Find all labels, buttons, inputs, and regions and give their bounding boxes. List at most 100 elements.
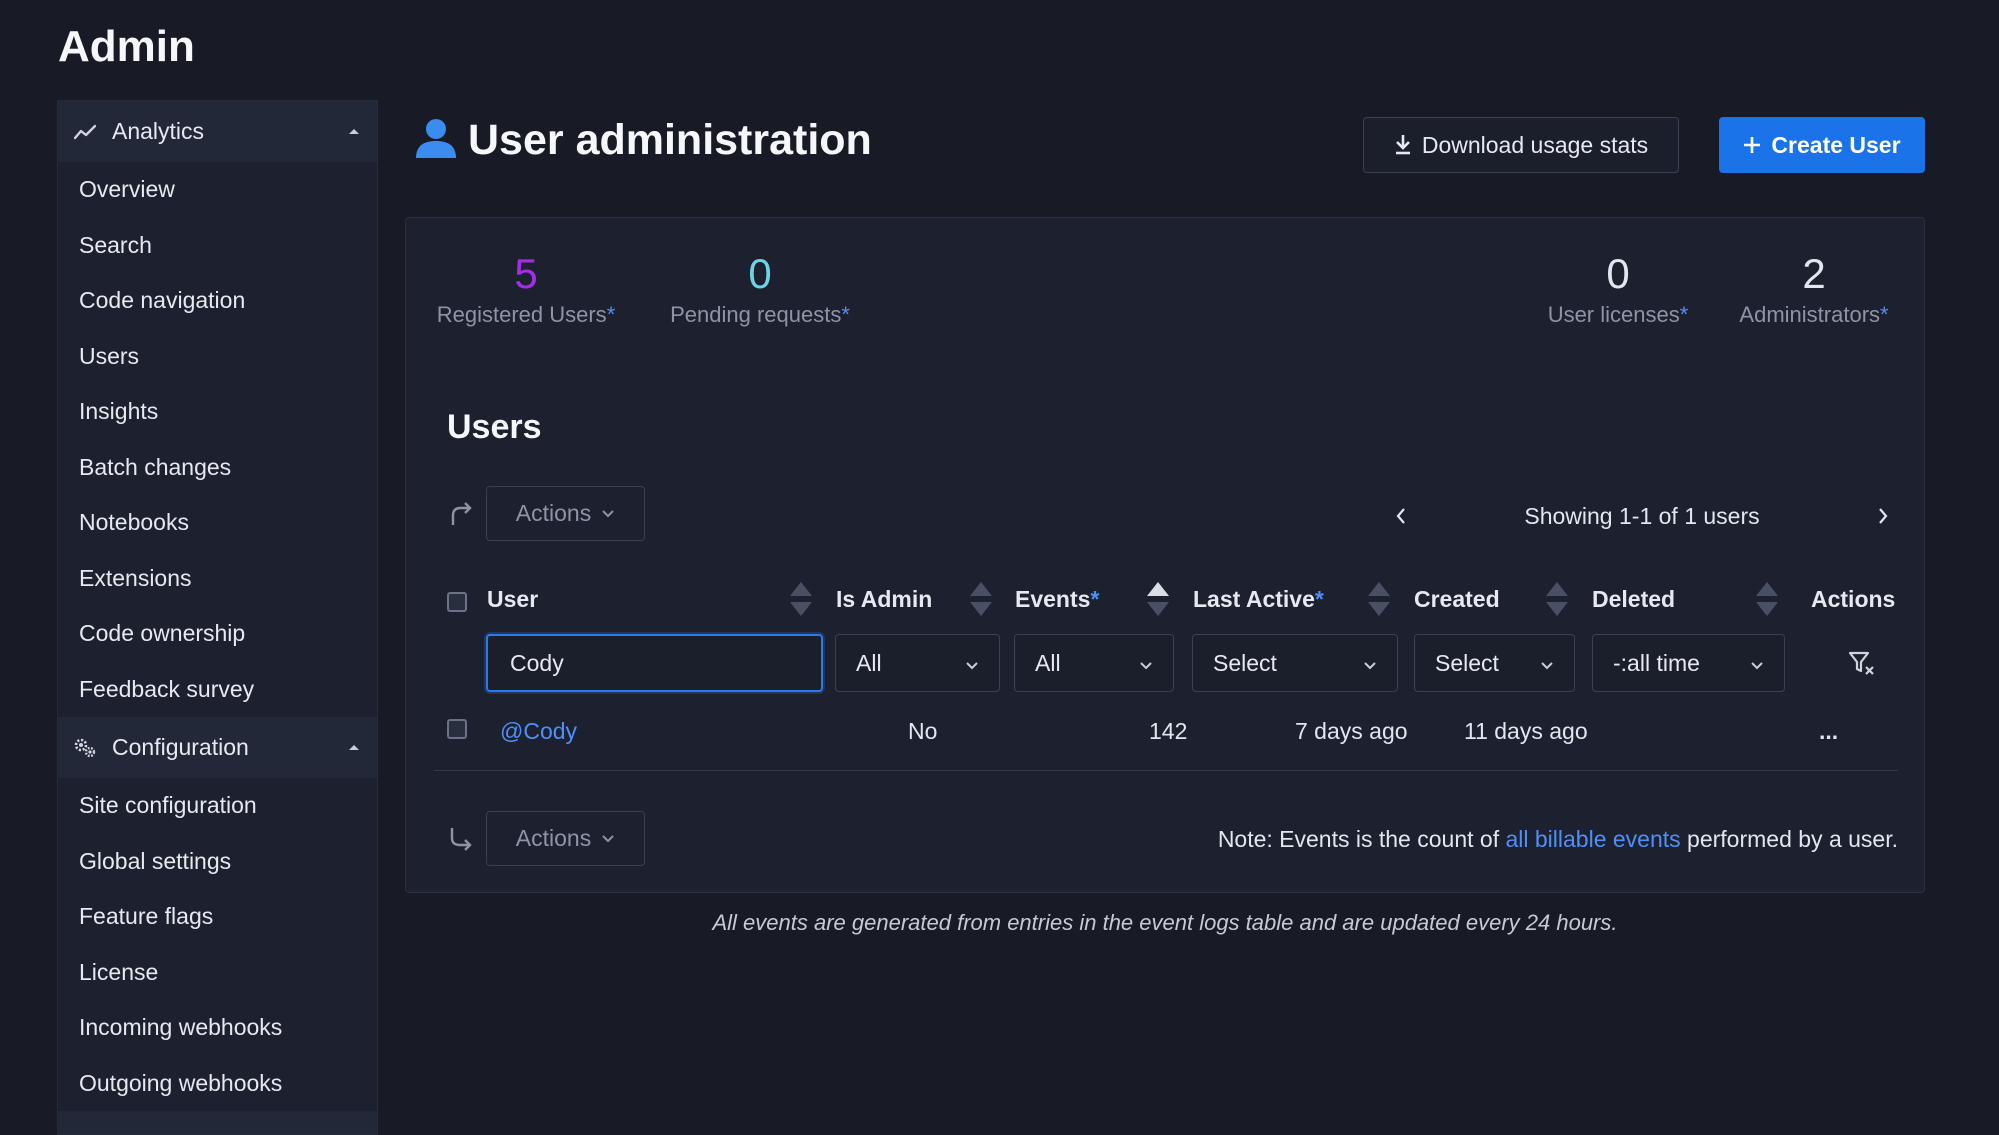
last-active-filter[interactable]: Select: [1192, 634, 1398, 692]
sort-is-admin-icon[interactable]: [970, 582, 992, 616]
sidebar-group-analytics[interactable]: Analytics: [58, 101, 377, 162]
page-heading: User administration: [468, 116, 872, 164]
select-all-checkbox[interactable]: [447, 592, 467, 612]
sidebar-item-license[interactable]: License: [58, 945, 377, 1001]
sidebar-item-extensions[interactable]: Extensions: [58, 551, 377, 607]
stat-user-licenses: 0 User licenses*: [1538, 248, 1698, 328]
clear-filters-icon[interactable]: [1848, 650, 1876, 678]
deleted-filter-value: -:all time: [1613, 649, 1700, 676]
events-filter-value: All: [1035, 649, 1061, 676]
sort-created-icon[interactable]: [1546, 582, 1568, 616]
actions-label: Actions: [515, 825, 592, 851]
events-filter[interactable]: All: [1014, 634, 1174, 692]
bulk-actions-bottom: Actions: [446, 811, 645, 866]
actions-dropdown[interactable]: Actions: [486, 811, 645, 866]
events-header-label: Events: [1015, 586, 1091, 612]
stat-label: Registered Users: [436, 302, 607, 327]
column-header-events[interactable]: Events*: [1015, 586, 1099, 613]
column-header-is-admin[interactable]: Is Admin: [836, 586, 932, 613]
events-note: Note: Events is the count of all billabl…: [1218, 826, 1898, 853]
column-header-actions: Actions: [1811, 586, 1896, 612]
billable-events-link[interactable]: all billable events: [1505, 826, 1680, 852]
stat-registered-users: 5 Registered Users*: [428, 248, 624, 328]
arrow-turn-right-icon: [446, 499, 476, 529]
sort-user-icon[interactable]: [790, 582, 812, 616]
pagination: Showing 1-1 of 1 users: [1386, 498, 1898, 534]
created-filter[interactable]: Select: [1414, 634, 1575, 692]
column-header-user[interactable]: User: [487, 586, 538, 613]
sidebar-item-feedback-survey[interactable]: Feedback survey: [58, 662, 377, 718]
user-admin-card: 5 Registered Users* 0 Pending requests* …: [405, 217, 1925, 893]
sort-last-active-icon[interactable]: [1368, 582, 1390, 616]
sidebar-group-label: Configuration: [112, 734, 249, 760]
download-icon: [1394, 134, 1412, 156]
download-label: Download usage stats: [1421, 131, 1649, 158]
sidebar-item-batch-changes[interactable]: Batch changes: [58, 440, 377, 496]
sidebar-item-global-settings[interactable]: Global settings: [58, 834, 377, 890]
stat-pending-requests: 0 Pending requests*: [660, 248, 860, 328]
column-header-last-active[interactable]: Last Active*: [1193, 586, 1324, 613]
last-active-header-label: Last Active: [1193, 586, 1315, 612]
asterisk: *: [1880, 302, 1889, 327]
create-user-button[interactable]: Create User: [1719, 117, 1925, 173]
is-admin-filter-value: All: [856, 649, 882, 676]
stat-value: 0: [748, 250, 772, 297]
chevron-down-icon: [1363, 650, 1377, 677]
user-admin-heading: User administration: [414, 116, 872, 165]
download-usage-stats-button[interactable]: Download usage stats: [1363, 117, 1679, 173]
stat-label: Administrators: [1739, 302, 1881, 327]
bulk-actions-top: Actions: [446, 486, 645, 541]
row-checkbox[interactable]: [447, 719, 467, 739]
users-heading: Users: [447, 408, 542, 446]
sidebar-item-feature-flags[interactable]: Feature flags: [58, 889, 377, 945]
sort-events-icon[interactable]: [1147, 582, 1169, 616]
events-value: 142: [1149, 718, 1188, 744]
user-search-value: Cody: [510, 649, 564, 676]
actions-dropdown[interactable]: Actions: [486, 486, 645, 541]
next-page-button[interactable]: [1868, 501, 1898, 531]
column-header-deleted[interactable]: Deleted: [1592, 586, 1675, 613]
sidebar-item-users[interactable]: Users: [58, 329, 377, 385]
previous-page-button[interactable]: [1386, 501, 1416, 531]
last-active-filter-value: Select: [1213, 649, 1277, 676]
sidebar-item-notebooks[interactable]: Notebooks: [58, 495, 377, 551]
stat-label: Pending requests: [670, 302, 842, 327]
line-chart-icon: [72, 121, 98, 143]
is-admin-value: No: [908, 718, 938, 744]
is-admin-filter[interactable]: All: [835, 634, 1000, 692]
sidebar-item-outgoing-webhooks[interactable]: Outgoing webhooks: [58, 1056, 377, 1112]
asterisk: *: [606, 302, 616, 327]
asterisk: *: [1090, 586, 1100, 612]
note-prefix: Note: Events is the count of: [1217, 826, 1506, 852]
user-link[interactable]: @Cody: [500, 718, 577, 745]
admin-sidebar: Analytics Overview Search Code navigatio…: [57, 100, 378, 1135]
sidebar-group-partial[interactable]: [58, 1111, 377, 1134]
last-active-value: 7 days ago: [1295, 718, 1408, 744]
chevron-down-icon: [1540, 650, 1554, 677]
sidebar-item-incoming-webhooks[interactable]: Incoming webhooks: [58, 1000, 377, 1056]
sidebar-item-code-navigation[interactable]: Code navigation: [58, 273, 377, 329]
sidebar-group-configuration[interactable]: Configuration: [58, 717, 377, 778]
sidebar-item-code-ownership[interactable]: Code ownership: [58, 606, 377, 662]
plus-icon: [1743, 136, 1761, 154]
chevron-up-icon: [349, 129, 359, 134]
sidebar-item-site-configuration[interactable]: Site configuration: [58, 778, 377, 834]
note-suffix: performed by a user.: [1680, 826, 1898, 852]
chevron-down-icon: [601, 509, 615, 519]
sidebar-item-overview[interactable]: Overview: [58, 162, 377, 218]
footer-note: All events are generated from entries in…: [712, 910, 1618, 935]
chevron-down-icon: [601, 834, 615, 844]
sidebar-item-search[interactable]: Search: [58, 218, 377, 274]
chevron-up-icon: [349, 745, 359, 750]
page-title: Admin: [58, 22, 195, 71]
actions-label: Actions: [515, 500, 592, 526]
sidebar-item-insights[interactable]: Insights: [58, 384, 377, 440]
asterisk: *: [841, 302, 850, 327]
row-actions-menu[interactable]: ...: [1819, 718, 1838, 745]
gears-icon: [72, 737, 98, 759]
sort-deleted-icon[interactable]: [1756, 582, 1778, 616]
deleted-filter[interactable]: -:all time: [1592, 634, 1785, 692]
stat-label: User licenses: [1547, 302, 1680, 327]
user-search-input[interactable]: Cody: [486, 634, 823, 692]
column-header-created[interactable]: Created: [1414, 586, 1500, 613]
